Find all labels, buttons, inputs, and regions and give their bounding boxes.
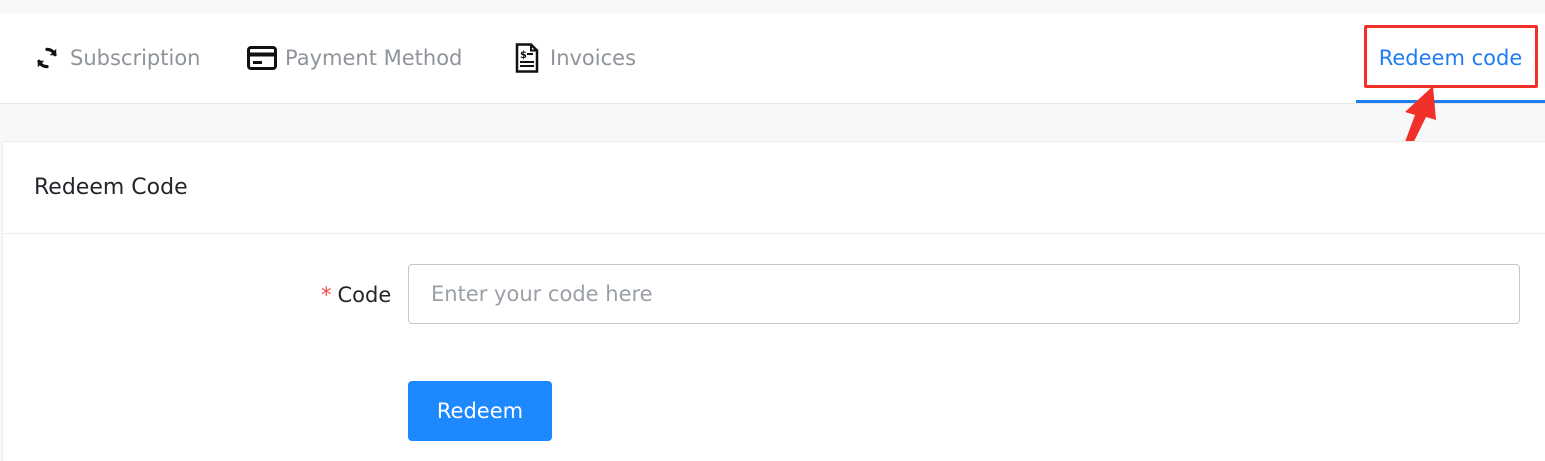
page: Subscription Payment Method $ Invoices R…	[0, 0, 1545, 461]
card-title: Redeem Code	[3, 142, 1545, 234]
redeem-card: Redeem Code * Code Redeem	[2, 141, 1545, 461]
required-mark: *	[321, 283, 332, 307]
tab-bar: Subscription Payment Method $ Invoices R…	[0, 13, 1545, 104]
credit-card-icon	[247, 43, 277, 73]
code-label-text: Code	[337, 283, 392, 307]
tab-payment-method[interactable]: Payment Method	[247, 13, 462, 103]
tab-payment-method-label: Payment Method	[285, 46, 463, 70]
tab-invoices[interactable]: $ Invoices	[512, 13, 636, 103]
svg-text:$: $	[520, 50, 527, 61]
tab-subscription-label: Subscription	[70, 46, 201, 70]
refresh-icon	[32, 43, 62, 73]
code-input[interactable]	[408, 264, 1520, 324]
redeem-button[interactable]: Redeem	[408, 381, 552, 441]
invoice-icon: $	[512, 43, 542, 73]
tab-invoices-label: Invoices	[550, 46, 637, 70]
tab-subscription[interactable]: Subscription	[32, 13, 200, 103]
annotation-highlight-box	[1364, 25, 1538, 88]
code-field-label: * Code	[321, 283, 391, 307]
